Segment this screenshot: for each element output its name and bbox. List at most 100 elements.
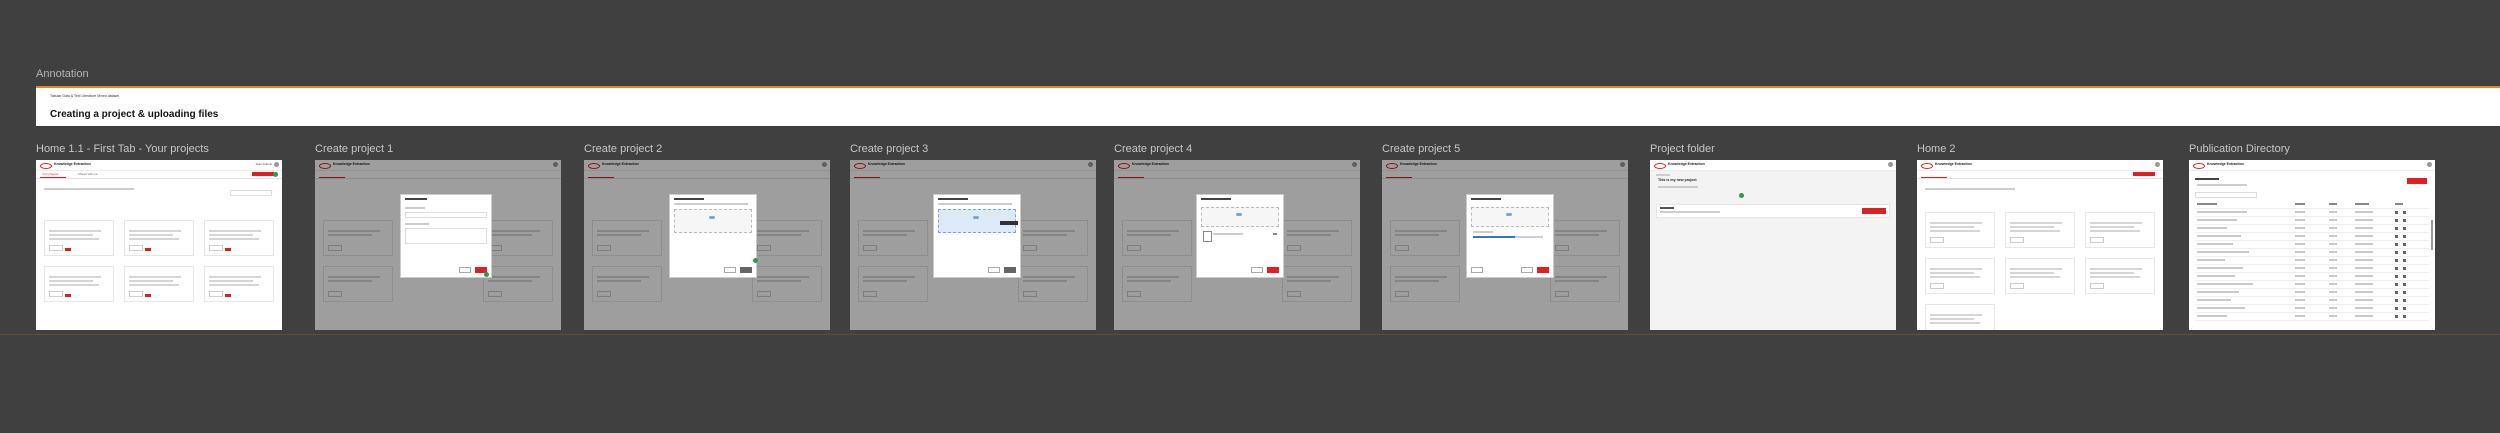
avatar[interactable] [274,162,279,167]
project-card[interactable] [124,220,194,256]
project-card[interactable] [1925,258,1995,294]
logo-icon [1654,163,1666,169]
upload-button[interactable] [740,267,752,273]
table-row[interactable] [2195,290,2429,297]
screen-home-2[interactable]: Knowledge Extraction [1917,160,2163,330]
hotspot-icon [273,172,278,177]
project-card[interactable] [204,220,274,256]
project-card[interactable] [2005,258,2075,294]
file-icon [1203,231,1212,242]
project-card[interactable] [44,220,114,256]
screen-create-project-1[interactable]: Knowledge Extraction [315,160,561,330]
table-row[interactable] [2195,306,2429,313]
app-header: Knowledge Extraction Jean Dubois [36,160,282,171]
table-row[interactable] [2195,218,2429,225]
upload-button[interactable] [1004,267,1016,273]
upload-button[interactable] [2407,178,2427,184]
screen-project-folder[interactable]: Knowledge Extraction This is my new proj… [1650,160,1896,330]
page-description [1925,188,2015,190]
project-title: This is my new project [1658,178,1697,182]
user-name[interactable]: Jean Dubois [255,162,272,166]
project-card[interactable] [1925,212,1995,248]
table-row[interactable] [2195,258,2429,265]
project-card[interactable] [124,266,194,302]
search-input[interactable] [2195,192,2257,198]
active-tab-indicator [40,177,66,178]
new-project-button[interactable] [2133,172,2155,176]
table-row[interactable] [2195,234,2429,241]
table-row[interactable] [2195,250,2429,257]
logo-icon [2193,163,2205,169]
annotation-subtitle: Tabular Data & Text Literature Mined dat… [50,94,120,98]
tab-your-projects[interactable]: Your projects [42,172,58,176]
cancel-button[interactable] [988,267,1000,273]
cancel-button[interactable] [1521,267,1533,273]
frame-label: Create project 1 [315,143,394,155]
screen-create-project-4[interactable]: Knowledge Extraction [1114,160,1360,330]
app-header: Knowledge Extraction [1650,160,1896,171]
project-card[interactable] [1925,304,1995,330]
avatar[interactable] [2155,162,2160,167]
hotspot-icon [1739,193,1744,198]
frame-label: Project folder [1650,143,1715,155]
add-files-button[interactable] [1862,208,1886,214]
logo-icon [40,163,52,169]
tab-bar [1917,171,2163,179]
upload-modal [933,194,1021,278]
frame-label: Create project 4 [1114,143,1193,155]
back-button[interactable] [1471,267,1483,273]
table-row[interactable] [2195,314,2429,321]
upload-icon [1236,213,1242,216]
screen-home[interactable]: Knowledge Extraction Jean Dubois Your pr… [36,160,282,330]
tab-shared[interactable]: Shared with me [78,172,97,176]
frame-label: Create project 2 [584,143,663,155]
file-dropzone[interactable] [1471,207,1549,227]
table-row[interactable] [2195,210,2429,217]
project-card[interactable] [2005,212,2075,248]
frame-label: Create project 5 [1382,143,1461,155]
cancel-button[interactable] [459,267,471,273]
file-dropzone[interactable] [1201,207,1279,227]
table-row[interactable] [2195,226,2429,233]
frame-home-1: Home 1.1 - First Tab - Your projects Kno… [36,142,282,330]
cancel-button[interactable] [724,267,736,273]
frame-label: Home 2 [1917,143,1956,155]
avatar[interactable] [2427,162,2432,167]
frame-project-folder: Project folder Knowledge Extraction This… [1650,142,1896,330]
project-card[interactable] [2085,258,2155,294]
project-card[interactable] [44,266,114,302]
table-row[interactable] [2195,274,2429,281]
new-project-button[interactable] [252,172,274,176]
screen-publication-directory[interactable]: Knowledge Extraction [2189,160,2435,330]
frame-label: Publication Directory [2189,143,2290,155]
frame-create-1: Create project 1 Knowledge Extraction [315,142,561,330]
table-header [2195,202,2429,209]
back-link[interactable] [1656,174,1670,176]
avatar[interactable] [1888,162,1893,167]
file-dropzone[interactable] [674,209,752,233]
screen-create-project-2[interactable]: Knowledge Extraction [584,160,830,330]
remove-file-icon[interactable] [1273,233,1277,235]
upload-button[interactable] [1537,267,1549,273]
project-card[interactable] [204,266,274,302]
table-row[interactable] [2195,282,2429,289]
project-description-input[interactable] [405,228,487,244]
screen-create-project-3[interactable]: Knowledge Extraction [850,160,1096,330]
hotspot-icon [753,258,758,263]
frame-create-5: Create project 5 Knowledge Extraction [1382,142,1628,330]
table-row[interactable] [2195,298,2429,305]
scrollbar[interactable] [2431,220,2433,250]
upload-icon [973,216,979,219]
hotspot-icon [484,272,489,277]
search-input[interactable] [230,190,272,196]
upload-button[interactable] [1267,267,1279,273]
table-row[interactable] [2195,266,2429,273]
project-name-input[interactable] [405,212,487,218]
table-row[interactable] [2195,242,2429,249]
cancel-button[interactable] [1251,267,1263,273]
project-card[interactable] [2085,212,2155,248]
section-bottom-line [0,334,2500,335]
upload-icon [1506,213,1512,216]
screen-create-project-5[interactable]: Knowledge Extraction [1382,160,1628,330]
upload-modal [1466,194,1554,278]
